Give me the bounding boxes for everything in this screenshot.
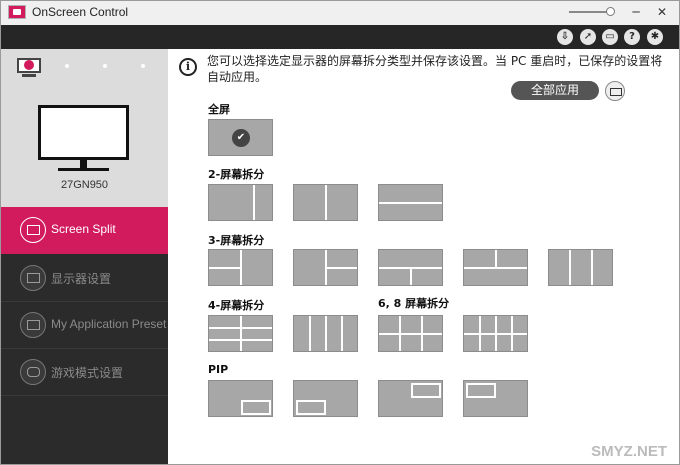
layout-tile-8-split[interactable] [463,315,528,352]
app-preset-icon [20,312,46,338]
section-label-split2: 2-屏幕拆分 [208,168,265,181]
apply-all-button[interactable]: 全部应用 [511,81,599,100]
monitor-icon[interactable]: ▭ [602,29,618,45]
layout-tile-3-split[interactable] [293,249,358,286]
sidebar: 27GN950 Screen Split 显示器设置 My Applicatio… [1,49,168,464]
app-window: OnScreen Control ─ ✕ ⇩ ➚ ▭ ? ✱ 27GN950 S… [0,0,680,465]
sidebar-item-label: 显示器设置 [51,272,112,286]
layout-tile-3-split[interactable] [378,249,443,286]
monitor-slot-dot[interactable] [141,64,145,68]
sidebar-item-label: Screen Split [51,222,116,236]
help-icon[interactable]: ? [624,29,640,45]
screen-split-icon [20,217,46,243]
layout-tile-full-selected[interactable]: ✔ [208,119,273,156]
toolbar: ⇩ ➚ ▭ ? ✱ [1,25,679,49]
monitor-stand [22,74,36,77]
brightness-slider[interactable] [569,11,611,13]
sidebar-item-game-mode[interactable]: 游戏模式设置 [1,349,168,396]
section-label-pip: PIP [208,363,229,376]
info-icon: i [179,58,197,76]
display-settings-icon [20,265,46,291]
minimize-icon[interactable]: ─ [625,3,647,21]
section-label-full: 全屏 [208,103,230,116]
monitor-name: 27GN950 [60,179,109,191]
info-text: 您可以选择选定显示器的屏幕拆分类型并保存该设置。当 PC 重启时，已保存的设置将… [207,54,663,84]
check-icon: ✔ [232,129,250,147]
monitor-slot-dot[interactable] [103,64,107,68]
sidebar-item-app-preset[interactable]: My Application Preset [1,302,168,349]
cursor-icon[interactable]: ➚ [580,29,596,45]
layout-tile-3-split[interactable] [463,249,528,286]
layout-tile-4-split[interactable] [293,315,358,352]
layout-tile-2-split[interactable] [293,184,358,221]
brightness-slider-handle[interactable] [606,7,615,16]
sidebar-item-label: My Application Preset [51,317,167,331]
layout-tile-2-split[interactable] [378,184,443,221]
monitor-illustration [38,105,129,160]
apply-all-monitors-icon[interactable] [605,81,625,101]
selected-monitor-icon[interactable] [17,58,41,73]
gear-icon[interactable]: ✱ [647,29,663,45]
main-panel: i 您可以选择选定显示器的屏幕拆分类型并保存该设置。当 PC 重启时，已保存的设… [168,49,679,464]
section-label-split3: 3-屏幕拆分 [208,234,265,247]
layout-tile-3-split[interactable] [208,249,273,286]
layout-tile-4-split[interactable] [208,315,273,352]
window-title: OnScreen Control [32,5,129,19]
sidebar-item-screen-split[interactable]: Screen Split [1,207,168,254]
layout-tile-2-split[interactable] [208,184,273,221]
title-bar: OnScreen Control ─ ✕ [1,1,679,25]
section-label-split68: 6, 8 屏幕拆分 [378,297,450,310]
monitor-illustration-neck [80,160,87,168]
app-logo-icon [8,5,26,19]
close-icon[interactable]: ✕ [651,3,673,21]
layout-tile-pip[interactable] [208,380,273,417]
layout-tile-pip[interactable] [378,380,443,417]
monitor-slot-dot[interactable] [65,64,69,68]
monitor-illustration-base [58,168,109,171]
section-label-split4: 4-屏幕拆分 [208,299,265,312]
gamepad-icon [20,359,46,385]
layout-tile-pip[interactable] [463,380,528,417]
sidebar-item-display-settings[interactable]: 显示器设置 [1,255,168,302]
watermark: SMYZ.NET [591,443,667,460]
layout-tile-pip[interactable] [293,380,358,417]
download-icon[interactable]: ⇩ [557,29,573,45]
layout-tile-6-split[interactable] [378,315,443,352]
monitor-panel: 27GN950 [1,49,168,207]
layout-tile-3-split[interactable] [548,249,613,286]
sidebar-item-label: 游戏模式设置 [51,366,124,380]
